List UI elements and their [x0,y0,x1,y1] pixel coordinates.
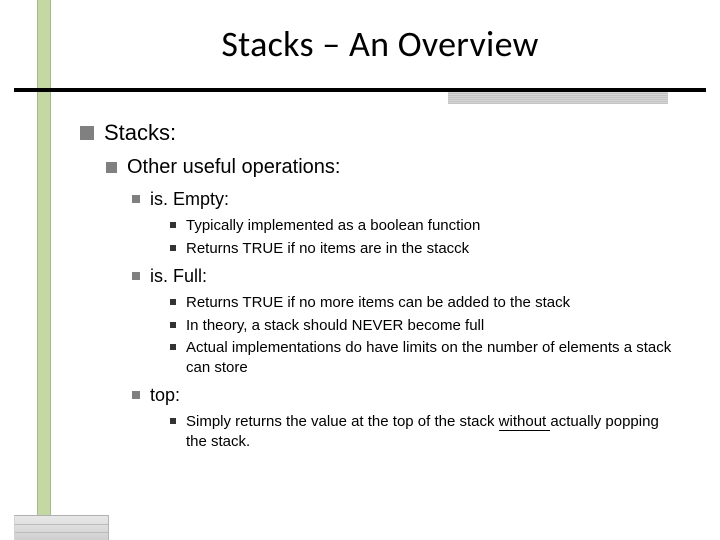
square-bullet-icon [170,222,176,228]
bullet-level4: In theory, a stack should NEVER become f… [170,316,680,336]
bullet-level3: top: [132,385,680,406]
op-point: Simply returns the value at the top of t… [186,412,680,451]
op-isfull: is. Full: Returns TRUE if no more items … [80,266,680,377]
bullet-level4: Simply returns the value at the top of t… [170,412,680,451]
square-bullet-icon [132,272,140,280]
bullet-level4: Actual implementations do have limits on… [170,338,680,377]
bullet-level2: Other useful operations: [106,156,680,179]
bullet-level4: Typically implemented as a boolean funct… [170,216,680,236]
op-point: Returns TRUE if no more items can be add… [186,293,570,313]
bullet-level3: is. Full: [132,266,680,287]
level2-text: Other useful operations: [127,156,340,179]
slide: Stacks – An Overview Stacks: Other usefu… [0,0,720,540]
square-bullet-icon [170,299,176,305]
content-area: Stacks: Other useful operations: is. Emp… [80,120,680,459]
square-bullet-icon [170,344,176,350]
op-point: Actual implementations do have limits on… [186,338,680,377]
top-underlined: without [499,413,551,431]
title-area: Stacks – An Overview [60,22,700,66]
square-bullet-icon [132,195,140,203]
square-bullet-icon [170,322,176,328]
bullet-level4: Returns TRUE if no more items can be add… [170,293,680,313]
square-bullet-icon [170,418,176,424]
top-prefix: Simply returns the value at the top of t… [186,413,499,430]
bullet-level3: is. Empty: [132,189,680,210]
op-name: top: [150,385,180,406]
bullet-level1: Stacks: [80,120,680,146]
bullet-level4: Returns TRUE if no items are in the stac… [170,239,680,259]
square-bullet-icon [106,162,117,173]
bottom-bevel-decoration [14,515,109,540]
op-top: top: Simply returns the value at the top… [80,385,680,451]
op-name: is. Full: [150,266,207,287]
op-point: Typically implemented as a boolean funct… [186,216,480,236]
square-bullet-icon [80,126,94,140]
slide-title: Stacks – An Overview [60,22,700,66]
op-point: In theory, a stack should NEVER become f… [186,316,484,336]
op-isempty: is. Empty: Typically implemented as a bo… [80,189,680,258]
left-accent-bar [37,0,51,540]
square-bullet-icon [170,245,176,251]
square-bullet-icon [132,391,140,399]
title-shadow-decoration [448,92,668,104]
level1-text: Stacks: [104,120,176,146]
op-point: Returns TRUE if no items are in the stac… [186,239,469,259]
op-name: is. Empty: [150,189,229,210]
